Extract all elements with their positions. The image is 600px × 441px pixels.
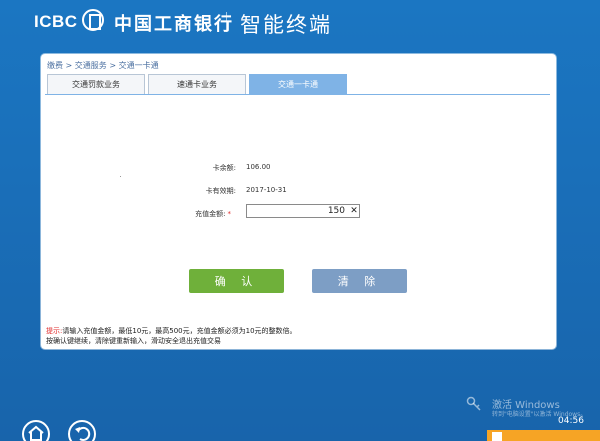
- clear-input-icon[interactable]: ✕: [348, 204, 360, 218]
- tips-line-1: 提示:请输入充值金额，最低10元，最高500元，充值金额必须为10元的整数倍。: [46, 326, 297, 336]
- notification-icon: [492, 432, 502, 441]
- required-marker: *: [227, 210, 232, 218]
- icbc-logo-text: ICBC: [34, 12, 78, 31]
- tab-traffic-fine[interactable]: 交通罚款业务: [47, 74, 145, 94]
- expiry-value: 2017-10-31: [246, 186, 287, 194]
- expiry-label: 卡有效期:: [205, 187, 236, 195]
- orange-notification-bar[interactable]: [487, 430, 600, 441]
- back-arrow-icon: [75, 426, 91, 441]
- amount-label: 充值金额:: [195, 210, 226, 218]
- amount-input[interactable]: 150: [246, 204, 360, 218]
- tab-transit-card[interactable]: 交通一卡通: [249, 74, 347, 94]
- home-icon: [28, 425, 44, 441]
- home-button[interactable]: [22, 420, 50, 441]
- terminal-name: 智能终端: [240, 13, 332, 37]
- balance-label: 卡余额:: [212, 164, 236, 172]
- balance-value: 106.00: [246, 163, 271, 171]
- tab-bar: 交通罚款业务 速通卡业务 交通一卡通: [47, 74, 350, 94]
- tab-speed-pass[interactable]: 速通卡业务: [148, 74, 246, 94]
- clock: 04:56: [558, 416, 584, 426]
- header-divider: [226, 12, 227, 32]
- key-icon: [466, 396, 481, 411]
- tab-underline: [45, 94, 550, 95]
- bank-name: 中国工商银行: [114, 14, 234, 35]
- tips-block: 提示:请输入充值金额，最低10元，最高500元，充值金额必须为10元的整数倍。 …: [46, 326, 297, 346]
- amount-label-wrap: 充值金额: *: [161, 209, 231, 219]
- main-panel: 缴费 > 交通服务 > 交通一卡通 交通罚款业务 速通卡业务 交通一卡通 卡余额…: [41, 54, 556, 349]
- clear-button[interactable]: 清 除: [312, 269, 407, 293]
- icbc-logo-icon: [82, 9, 104, 31]
- tips-text-1: 请输入充值金额，最低10元，最高500元，充值金额必须为10元的整数倍。: [62, 327, 297, 335]
- breadcrumb: 缴费 > 交通服务 > 交通一卡通: [47, 61, 159, 70]
- stray-dot: [120, 176, 121, 177]
- app-header: ICBC 中国工商银行 智能终端: [0, 0, 600, 44]
- tips-label: 提示:: [46, 327, 63, 335]
- confirm-button[interactable]: 确 认: [189, 269, 284, 293]
- back-button[interactable]: [68, 420, 96, 441]
- tips-line-2: 按确认键继续，清除键重新输入，滑动安全退出充值交易: [46, 337, 221, 345]
